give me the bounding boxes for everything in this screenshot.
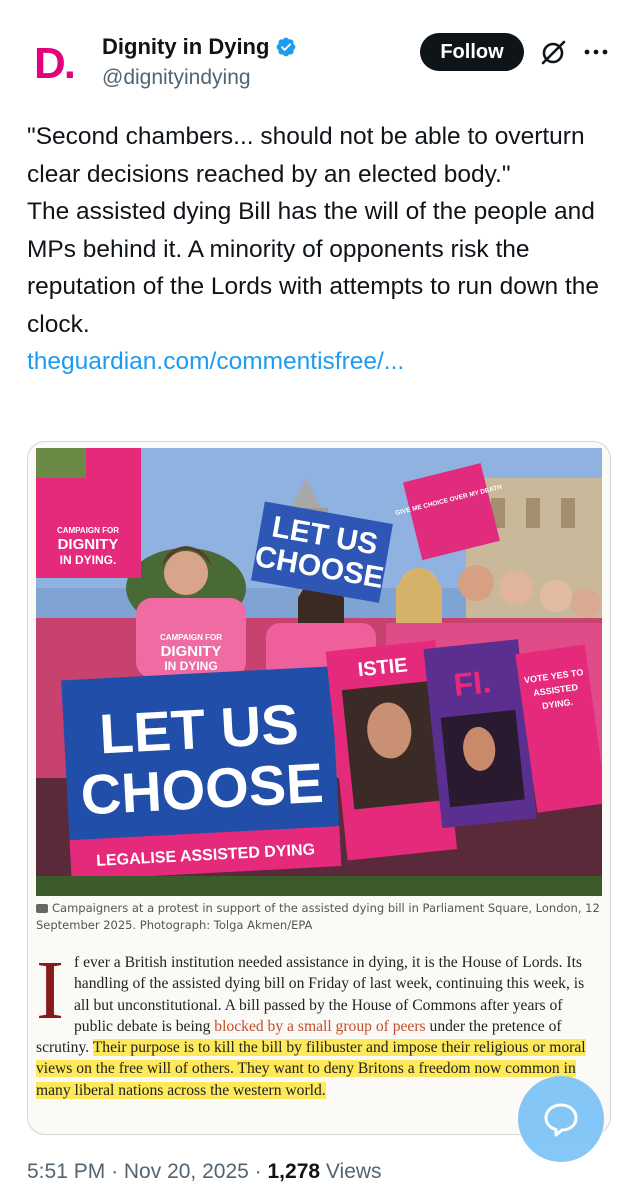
- sign-fi-text: FI.: [452, 663, 493, 703]
- photo-caption-text: Campaigners at a protest in support of t…: [36, 901, 600, 932]
- post-header: D. Dignity in Dying @dignityindying Foll…: [0, 0, 636, 110]
- display-name[interactable]: Dignity in Dying: [102, 34, 269, 60]
- camera-icon: [36, 904, 48, 913]
- chat-bubble-icon: [544, 1103, 578, 1137]
- chat-fab-button[interactable]: [518, 1076, 604, 1162]
- drop-cap: I: [36, 944, 64, 1037]
- sign-big-text-2: CHOOSE: [79, 751, 325, 827]
- protest-photo: CAMPAIGN FOR DIGNITY IN DYING. LET US CH…: [36, 448, 602, 896]
- post-text-quote: "Second chambers... should not be able t…: [27, 123, 585, 188]
- views-label: Views: [325, 1160, 382, 1183]
- post-text-body: The assisted dying Bill has the will of …: [27, 198, 600, 338]
- article-inline-link[interactable]: blocked by a small group of peers: [214, 1018, 425, 1035]
- meta-separator-1: ·: [111, 1160, 124, 1183]
- name-row: Dignity in Dying: [102, 34, 297, 60]
- post-meta: 5:51 PM · Nov 20, 2025 · 1,278 Views: [27, 1160, 382, 1184]
- follow-button[interactable]: Follow: [420, 33, 524, 71]
- sign-pink-left-text-3: IN DYING.: [60, 553, 117, 567]
- sign-pink-left-text-2: DIGNITY: [58, 536, 119, 553]
- sign-pink-left-text-1: CAMPAIGN FOR: [57, 526, 119, 535]
- post-date[interactable]: Nov 20, 2025: [124, 1160, 249, 1183]
- article-highlighted-text: Their purpose is to kill the bill by fil…: [36, 1039, 586, 1099]
- photo-caption: Campaigners at a protest in support of t…: [36, 900, 602, 934]
- verified-badge-icon: [277, 37, 296, 57]
- shirt-text-1: CAMPAIGN FOR: [160, 633, 222, 642]
- shirt-text-2: DIGNITY: [161, 643, 222, 660]
- post-time[interactable]: 5:51 PM: [27, 1160, 105, 1183]
- more-icon[interactable]: [582, 38, 610, 66]
- views-count: 1,278: [267, 1160, 321, 1183]
- post-text: "Second chambers... should not be able t…: [27, 118, 617, 381]
- article-body: If ever a British institution needed ass…: [36, 944, 602, 1101]
- meta-separator-2: ·: [254, 1160, 268, 1183]
- article-link[interactable]: theguardian.com/commentisfree/...: [27, 343, 617, 381]
- handle[interactable]: @dignityindying: [102, 66, 251, 90]
- article-screenshot-card[interactable]: CAMPAIGN FOR DIGNITY IN DYING. LET US CH…: [27, 441, 611, 1135]
- more-dots: [584, 49, 608, 55]
- grok-icon[interactable]: [538, 38, 568, 68]
- avatar[interactable]: D.: [22, 32, 86, 96]
- shirt-text-3: IN DYING: [164, 659, 217, 673]
- avatar-letter: D.: [34, 39, 76, 88]
